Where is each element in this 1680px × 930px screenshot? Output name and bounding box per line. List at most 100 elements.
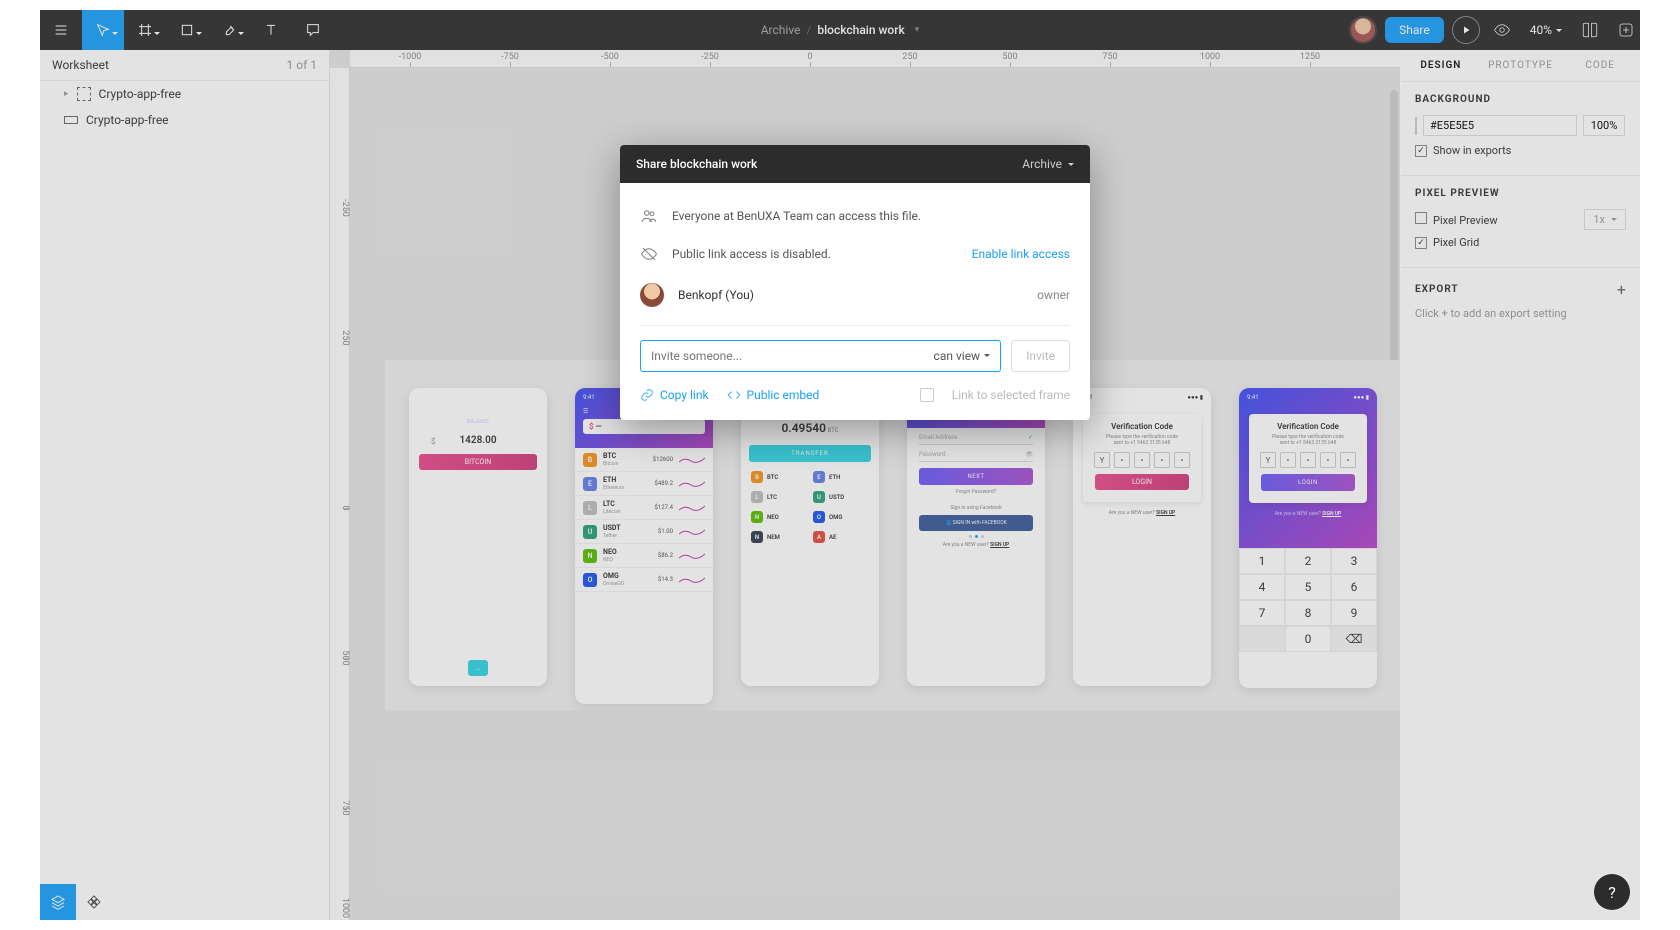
- pixel-grid-checkbox[interactable]: [1415, 237, 1427, 249]
- phone-coinlist[interactable]: 9:41●●● ▮ ☰ $ — B BTCBitcoin $12600 E ET…: [575, 388, 713, 704]
- library-button[interactable]: [1576, 16, 1604, 44]
- invite-button[interactable]: Invite: [1011, 340, 1070, 372]
- enable-link-button[interactable]: Enable link access: [972, 247, 1070, 261]
- permission-dropdown[interactable]: can view: [934, 349, 991, 363]
- public-embed-button[interactable]: Public embed: [727, 388, 820, 402]
- link-disabled-icon: [640, 245, 658, 263]
- coin-row[interactable]: U USDTTether $1.00: [575, 520, 713, 544]
- tab-design[interactable]: DESIGN: [1401, 50, 1481, 81]
- export-hint: Click + to add an export setting: [1415, 307, 1626, 320]
- bg-color-swatch[interactable]: [1415, 117, 1417, 135]
- modal-title: Share blockchain work: [636, 157, 757, 171]
- tab-prototype[interactable]: PROTOTYPE: [1481, 50, 1561, 81]
- inspector-panel: DESIGN PROTOTYPE CODE BACKGROUND Show in…: [1400, 50, 1640, 920]
- modal-actions: Copy link Public embed Link to selected …: [640, 388, 1070, 402]
- coin-row[interactable]: L LTCLitecoin $127.4: [575, 496, 713, 520]
- view-settings-button[interactable]: [1488, 16, 1516, 44]
- export-section: EXPORT + Click + to add an export settin…: [1401, 268, 1640, 332]
- layers-footer: [40, 884, 329, 920]
- add-button[interactable]: [1612, 16, 1640, 44]
- tab-code[interactable]: CODE: [1560, 50, 1640, 81]
- link-frame-checkbox[interactable]: [920, 388, 934, 402]
- coin-chip[interactable]: L LTC: [749, 488, 809, 506]
- phone-signin[interactable]: 9:41●●● ▮ Email Address✓ Password👁 NEXT …: [907, 388, 1045, 686]
- pixel-preview-section: PIXEL PREVIEW Pixel Preview 1x Pixel Gri…: [1401, 176, 1640, 268]
- section-title: PIXEL PREVIEW: [1415, 188, 1626, 199]
- breadcrumb[interactable]: Archive / blockchain work ▾: [761, 23, 920, 37]
- coin-row[interactable]: O OMGOmiseGO $14.3: [575, 568, 713, 592]
- breadcrumb-file[interactable]: blockchain work: [817, 23, 904, 37]
- comment-tool[interactable]: [292, 10, 334, 50]
- layer-item[interactable]: Crypto-app-free: [40, 107, 329, 133]
- pixel-preview-checkbox[interactable]: [1415, 212, 1427, 224]
- pixel-grid-label: Pixel Grid: [1433, 236, 1479, 249]
- team-icon: [640, 207, 658, 225]
- layer-label: Crypto-app-free: [99, 87, 182, 101]
- modal-header: Share blockchain work Archive: [620, 145, 1090, 183]
- pixel-preview-scale[interactable]: 1x: [1584, 209, 1626, 230]
- chevron-down-icon[interactable]: ▾: [915, 25, 920, 35]
- pixel-preview-label: Pixel Preview: [1433, 214, 1498, 227]
- move-tool[interactable]: [82, 10, 124, 50]
- phone-verify-light[interactable]: 9:41●●● ▮ Verification Code Please type …: [1073, 388, 1211, 686]
- user-avatar[interactable]: [1349, 16, 1377, 44]
- rectangle-icon: [64, 116, 78, 124]
- background-section: BACKGROUND Show in exports: [1401, 82, 1640, 176]
- ruler-horizontal: -1000 -750 -500 -250 0 250 500 750 1000 …: [350, 50, 1400, 68]
- components-tab-button[interactable]: [76, 884, 112, 920]
- frame-tool[interactable]: [124, 10, 166, 50]
- pen-tool[interactable]: [208, 10, 250, 50]
- archive-dropdown[interactable]: Archive: [1022, 157, 1074, 171]
- invite-row: can view Invite: [640, 340, 1070, 372]
- invite-input[interactable]: [651, 349, 934, 363]
- show-exports-checkbox[interactable]: [1415, 145, 1427, 157]
- phone-wallet[interactable]: 9:41●●● ▮ wallet BALANCE 1428.00 BITCOIN…: [409, 388, 547, 686]
- phone-verify-keypad[interactable]: 9:41●●● ▮ Verification Code Please type …: [1239, 388, 1377, 688]
- owner-name: Benkopf (You): [678, 288, 1023, 302]
- coin-row[interactable]: N NEONEO $86.2: [575, 544, 713, 568]
- text-tool[interactable]: [250, 10, 292, 50]
- coin-row[interactable]: B BTCBitcoin $12600: [575, 448, 713, 472]
- coin-chip[interactable]: N NEM: [749, 528, 809, 546]
- owner-role: owner: [1037, 288, 1070, 302]
- bg-opacity-input[interactable]: [1583, 115, 1625, 136]
- worksheet-label: Worksheet: [52, 58, 109, 72]
- section-title: BACKGROUND: [1415, 94, 1626, 105]
- frame-icon: [77, 87, 91, 101]
- link-frame-label: Link to selected frame: [952, 388, 1070, 402]
- menu-button[interactable]: [40, 10, 82, 50]
- layers-tab-button[interactable]: [40, 884, 76, 920]
- section-title: EXPORT: [1415, 284, 1459, 295]
- coin-chip[interactable]: U USTD: [811, 488, 871, 506]
- add-export-button[interactable]: +: [1617, 280, 1626, 299]
- zoom-dropdown[interactable]: 40%: [1524, 23, 1568, 37]
- team-access-row: Everyone at BenUXA Team can access this …: [640, 197, 1070, 235]
- present-button[interactable]: [1452, 16, 1480, 44]
- link-access-row: Public link access is disabled. Enable l…: [640, 235, 1070, 273]
- coin-chip[interactable]: N NEO: [749, 508, 809, 526]
- inspector-tabs: DESIGN PROTOTYPE CODE: [1401, 50, 1640, 82]
- help-button[interactable]: ?: [1594, 874, 1630, 910]
- coin-row[interactable]: E ETHEthereum $489.2: [575, 472, 713, 496]
- coin-chip[interactable]: E ETH: [811, 468, 871, 486]
- layer-item[interactable]: ▸ Crypto-app-free: [40, 81, 329, 107]
- invite-input-wrapper[interactable]: can view: [640, 340, 1001, 372]
- page-counter[interactable]: 1 of 1: [287, 58, 317, 72]
- shape-tool[interactable]: [166, 10, 208, 50]
- link-access-text: Public link access is disabled.: [672, 247, 958, 261]
- bg-hex-input[interactable]: [1423, 115, 1577, 136]
- phone-transfer[interactable]: 9:41●●● ▮ BTC ▾0.49540 BTC TRANSFER B BT…: [741, 388, 879, 686]
- owner-row: Benkopf (You) owner: [640, 273, 1070, 317]
- layers-panel: Worksheet 1 of 1 ▸ Crypto-app-free Crypt…: [40, 50, 330, 920]
- copy-link-button[interactable]: Copy link: [640, 388, 709, 402]
- share-button[interactable]: Share: [1385, 17, 1444, 43]
- coin-chip[interactable]: B BTC: [749, 468, 809, 486]
- top-toolbar: Archive / blockchain work ▾ Share 40%: [40, 10, 1640, 50]
- coin-chip[interactable]: A AE: [811, 528, 871, 546]
- layer-label: Crypto-app-free: [86, 113, 169, 127]
- toolbar-left-group: [40, 10, 334, 50]
- coin-chip[interactable]: O OMG: [811, 508, 871, 526]
- user-avatar-small: [640, 283, 664, 307]
- divider: [640, 325, 1070, 326]
- breadcrumb-folder[interactable]: Archive: [761, 23, 801, 37]
